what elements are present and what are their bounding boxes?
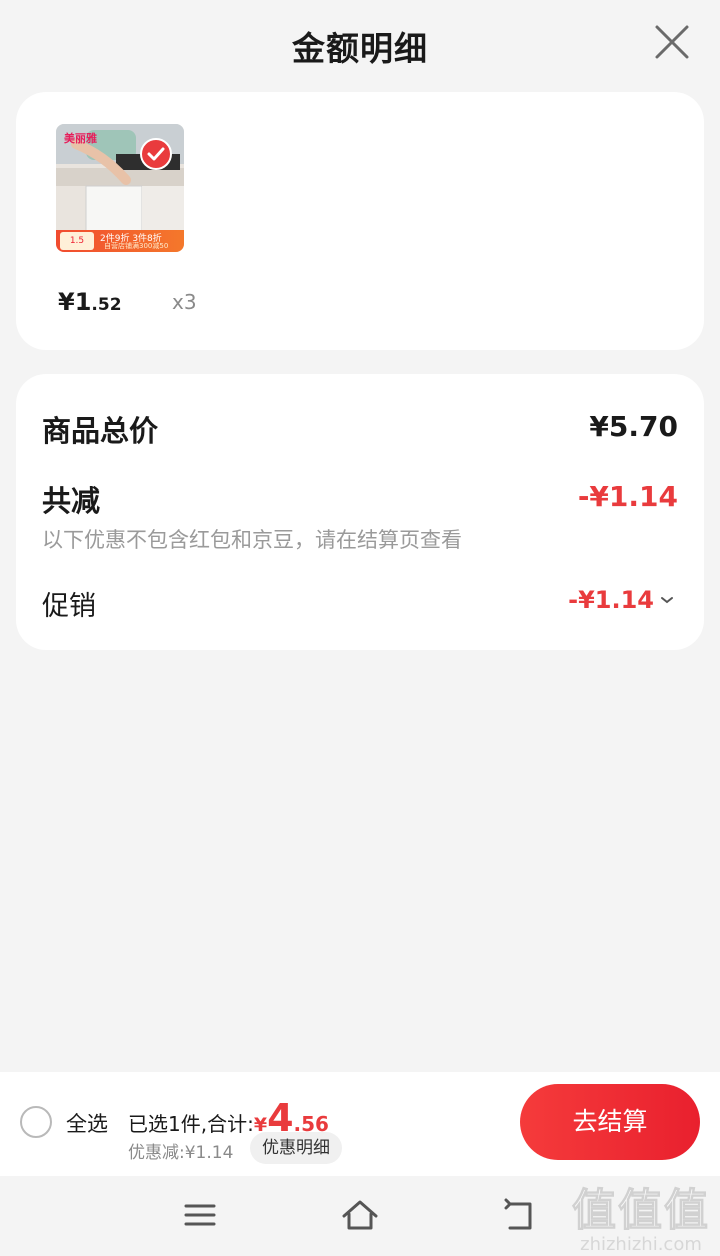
promotion-toggle[interactable]: -¥1.14 (568, 586, 674, 614)
check-icon (140, 138, 172, 170)
close-icon[interactable] (654, 24, 690, 60)
chevron-down-icon (661, 597, 673, 604)
product-image-price: 1.5 (60, 232, 94, 250)
product-promo-bar: 1.5 2件9折 3件8折 自营店铺满300减50 (56, 230, 184, 252)
checkout-button[interactable]: 去结算 (520, 1084, 700, 1160)
promotion-value: -¥1.14 (568, 586, 654, 614)
product-card: 美丽雅 1.5 2件9折 3件8折 自营店铺满300减50 ¥1.52 x3 (16, 92, 704, 350)
product-price-int: ¥1 (58, 288, 92, 316)
product-promo-subtext: 自营店铺满300减50 (104, 242, 169, 250)
header: 金额明细 (0, 0, 720, 88)
total-price-value: ¥5.70 (589, 410, 678, 443)
select-all-radio[interactable] (20, 1106, 52, 1138)
amount-detail-page: 金额明细 美丽雅 1.5 2件9折 3件8折 自营店铺满300减50 ¥1.52… (0, 0, 720, 1256)
product-price-dec: .52 (91, 295, 122, 315)
reduce-value: -¥1.14 (577, 480, 678, 513)
menu-icon[interactable] (180, 1196, 220, 1236)
discount-amount: 优惠减:¥1.14 (128, 1143, 234, 1163)
product-brand-tag: 美丽雅 (64, 132, 97, 145)
product-image[interactable]: 美丽雅 1.5 2件9折 3件8折 自营店铺满300减50 (56, 124, 184, 252)
product-price: ¥1.52 (58, 288, 122, 316)
promotion-label: 促销 (42, 591, 96, 622)
checkout-bar: 全选 已选1件,合计: ¥4.56 优惠减:¥1.14 优惠明细 去结算 (0, 1072, 720, 1176)
watermark: 值值值 zhizhizhi.com (572, 1174, 710, 1256)
discount-detail-button[interactable]: 优惠明细 (250, 1132, 342, 1164)
back-icon[interactable] (500, 1196, 540, 1236)
home-icon[interactable] (340, 1196, 380, 1236)
page-title: 金额明细 (292, 29, 428, 68)
watermark-logo-text: 值值值 (572, 1185, 710, 1237)
total-price-label: 商品总价 (42, 414, 159, 448)
selected-text: 已选1件,合计: (128, 1112, 254, 1136)
discount-note: 以下优惠不包含红包和京豆，请在结算页查看 (42, 528, 462, 552)
watermark-url: zhizhizhi.com (580, 1234, 702, 1255)
summary-card: 商品总价 ¥5.70 共减 -¥1.14 以下优惠不包含红包和京豆，请在结算页查… (16, 374, 704, 650)
product-quantity: x3 (172, 290, 197, 314)
select-all-label[interactable]: 全选 (66, 1108, 108, 1138)
reduce-label: 共减 (42, 484, 101, 518)
